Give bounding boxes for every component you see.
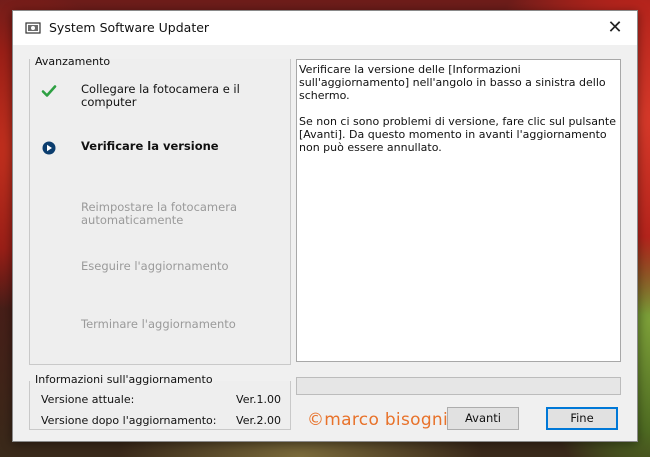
update-info-group-label: Informazioni sull'aggiornamento <box>35 373 213 386</box>
checkmark-icon <box>41 85 57 97</box>
after-version-row: Versione dopo l'aggiornamento: Ver.2.00 <box>41 414 281 427</box>
close-icon: ✕ <box>607 17 623 38</box>
updater-window: System Software Updater ✕ Avanzamento Co… <box>12 10 638 442</box>
window-title: System Software Updater <box>49 20 210 35</box>
after-version-value: Ver.2.00 <box>236 414 281 427</box>
step-label: Collegare la fotocamera e il computer <box>81 82 240 109</box>
step-label: Verificare la versione <box>81 139 219 153</box>
message-paragraph-1: Verificare la versione delle [Informazio… <box>299 63 606 102</box>
step-label: Eseguire l'aggiornamento <box>81 259 229 273</box>
progress-group-label: Avanzamento <box>35 55 111 68</box>
after-version-label: Versione dopo l'aggiornamento: <box>41 414 217 427</box>
close-button[interactable]: ✕ <box>601 15 629 41</box>
message-text-area[interactable]: Verificare la versione delle [Informazio… <box>296 59 621 362</box>
step-label: Reimpostare la fotocamera automaticament… <box>81 200 237 227</box>
current-version-row: Versione attuale: Ver.1.00 <box>41 393 281 406</box>
next-button[interactable]: Avanti <box>447 407 519 430</box>
message-paragraph-2: Se non ci sono problemi di versione, far… <box>299 115 616 154</box>
current-version-label: Versione attuale: <box>41 393 135 406</box>
step-label: Terminare l'aggiornamento <box>81 317 236 331</box>
finish-button[interactable]: Fine <box>546 407 618 430</box>
update-progress-bar <box>296 377 621 395</box>
current-step-icon <box>42 141 56 155</box>
watermark-text: ©marco bisogni <box>307 410 449 430</box>
title-bar[interactable]: System Software Updater ✕ <box>13 11 637 45</box>
current-version-value: Ver.1.00 <box>236 393 281 406</box>
app-window-icon <box>25 22 41 34</box>
